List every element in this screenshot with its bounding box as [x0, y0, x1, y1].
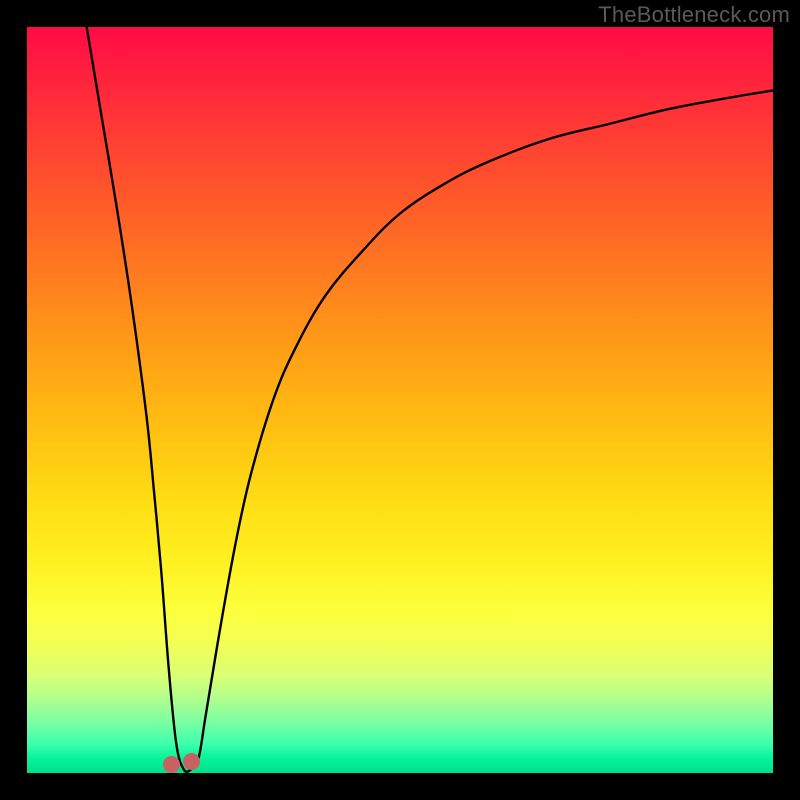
chart-frame: TheBottleneck.com	[0, 0, 800, 800]
min-marker-right	[183, 753, 200, 770]
watermark-text: TheBottleneck.com	[598, 2, 790, 28]
plot-area	[27, 27, 773, 773]
min-marker-left	[163, 756, 180, 773]
bottleneck-curve	[27, 27, 773, 773]
